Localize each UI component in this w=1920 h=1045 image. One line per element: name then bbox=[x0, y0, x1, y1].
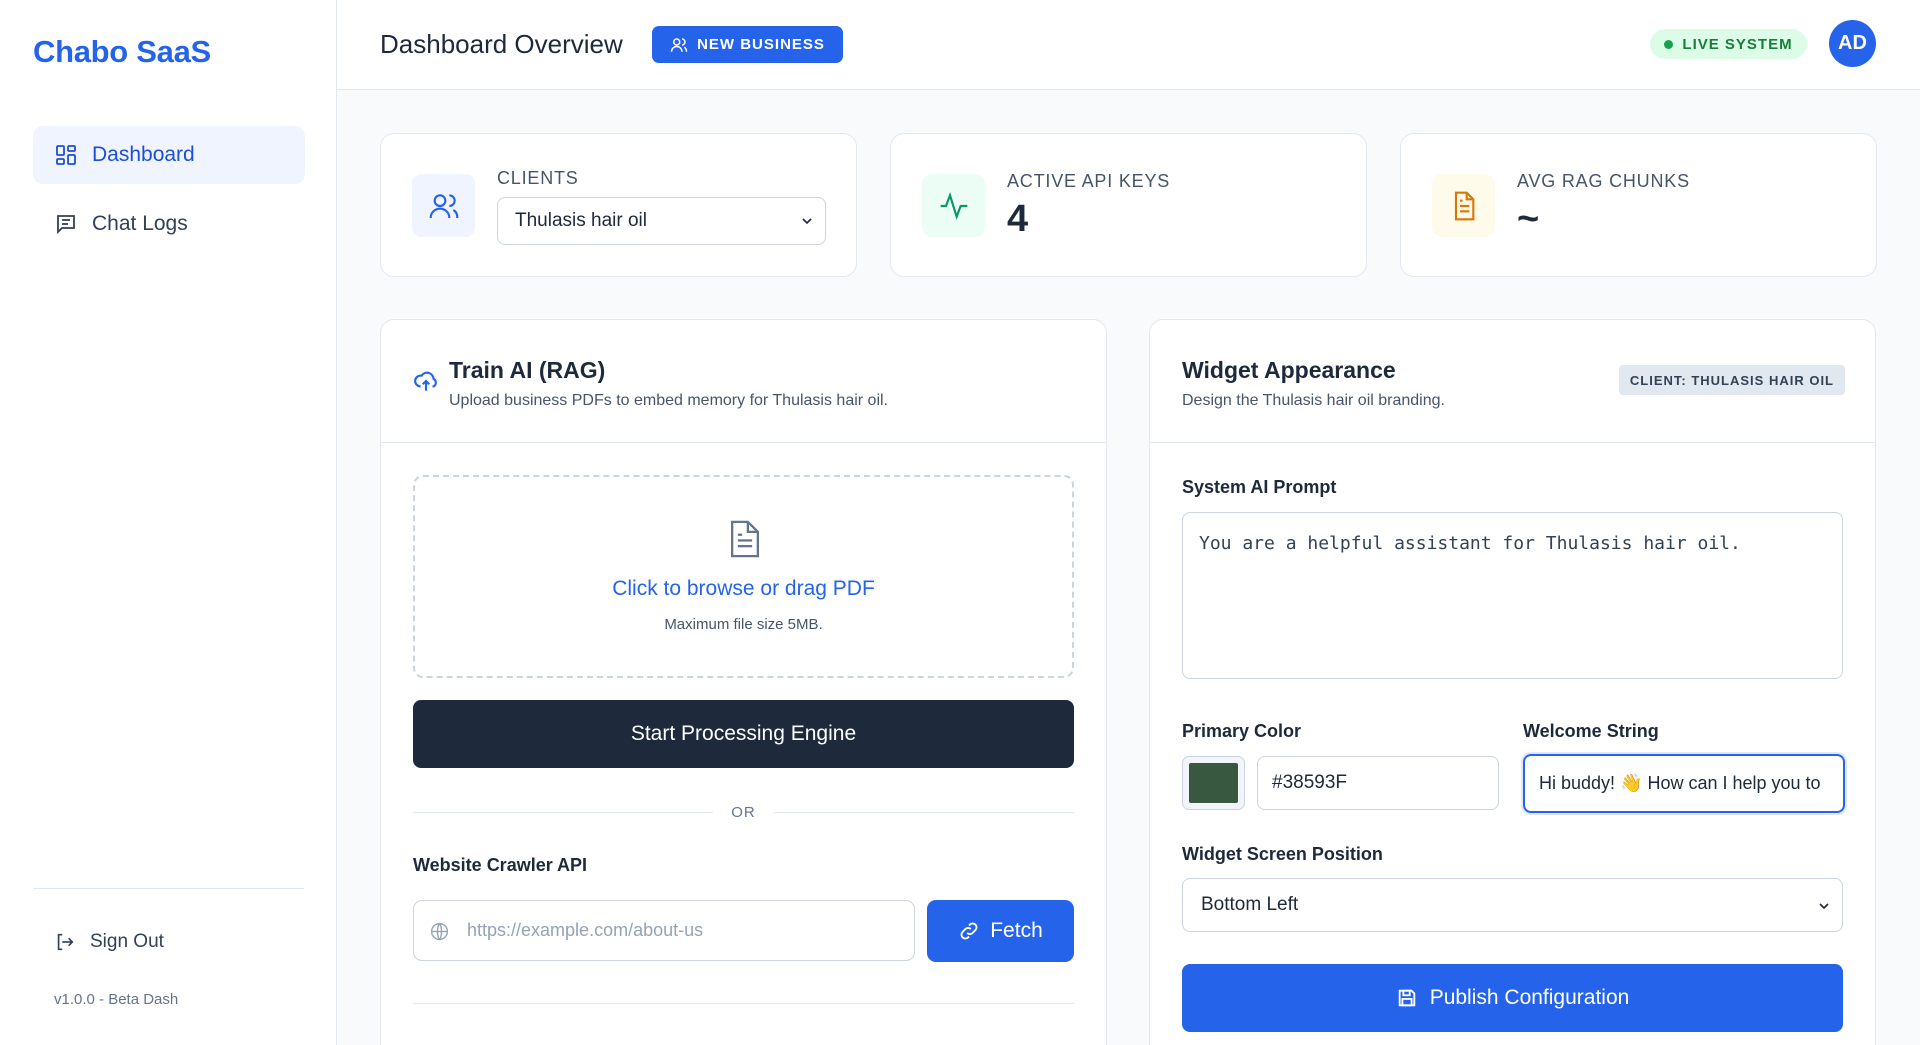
or-label: OR bbox=[731, 804, 756, 821]
client-select-value: Thulasis hair oil bbox=[515, 210, 647, 231]
sidebar-item-label: Dashboard bbox=[92, 143, 195, 166]
document-icon-box bbox=[1432, 174, 1495, 237]
document-icon bbox=[1454, 191, 1474, 220]
api-keys-label: ACTIVE API KEYS bbox=[1007, 171, 1171, 191]
pdf-dropzone[interactable]: Click to browse or drag PDF Maximum file… bbox=[413, 475, 1074, 678]
sidebar-item-label: Chat Logs bbox=[92, 212, 188, 235]
sign-out-button[interactable]: Sign Out bbox=[54, 931, 164, 953]
clients-card: CLIENTS Thulasis hair oil bbox=[380, 133, 857, 277]
link-icon bbox=[960, 922, 978, 940]
avatar[interactable]: AD bbox=[1829, 20, 1876, 67]
users-icon bbox=[429, 193, 458, 218]
position-select[interactable]: Bottom Left bbox=[1182, 878, 1843, 932]
brand-logo[interactable]: Chabo SaaS bbox=[33, 34, 211, 70]
top-bar: Dashboard Overview NEW BUSINESS LIVE SYS… bbox=[337, 0, 1920, 90]
start-processing-button[interactable]: Start Processing Engine bbox=[413, 700, 1074, 768]
activity-icon-box bbox=[922, 174, 985, 237]
chat-bubble-icon bbox=[57, 215, 75, 235]
panel-divider bbox=[413, 1003, 1074, 1004]
add-user-icon bbox=[670, 37, 688, 52]
status-badge-label: LIVE SYSTEM bbox=[1682, 35, 1793, 53]
rag-chunks-label: AVG RAG CHUNKS bbox=[1517, 171, 1690, 191]
url-placeholder: https://example.com/about-us bbox=[467, 920, 704, 940]
sidebar-item-dashboard[interactable]: Dashboard bbox=[33, 126, 305, 184]
new-business-label: NEW BUSINESS bbox=[697, 36, 825, 53]
page-title: Dashboard Overview bbox=[380, 29, 623, 59]
live-dot-icon bbox=[1664, 39, 1674, 49]
sidebar-item-chat-logs[interactable]: Chat Logs bbox=[33, 195, 305, 253]
crawler-label: Website Crawler API bbox=[413, 855, 588, 875]
system-prompt-textarea[interactable]: You are a helpful assistant for Thulasis… bbox=[1182, 512, 1843, 679]
welcome-string-input[interactable]: Hi buddy! 👋 How can I help you to bbox=[1523, 754, 1845, 813]
publish-configuration-button[interactable]: Publish Configuration bbox=[1182, 964, 1843, 1032]
dropzone-title: Click to browse or drag PDF bbox=[612, 577, 875, 600]
prompt-label: System AI Prompt bbox=[1182, 477, 1337, 497]
globe-icon bbox=[430, 922, 449, 941]
widget-appearance-panel: Widget Appearance Design the Thulasis ha… bbox=[1149, 319, 1876, 1045]
main-content: Dashboard Overview NEW BUSINESS LIVE SYS… bbox=[337, 0, 1920, 1045]
new-business-button[interactable]: NEW BUSINESS bbox=[652, 26, 843, 63]
status-badge: LIVE SYSTEM bbox=[1650, 29, 1807, 59]
widget-appearance-title: Widget Appearance bbox=[1182, 357, 1396, 383]
color-swatch-fill bbox=[1189, 763, 1238, 803]
api-keys-value: 4 bbox=[1007, 198, 1029, 240]
url-input[interactable]: https://example.com/about-us bbox=[413, 900, 915, 961]
logout-icon bbox=[57, 933, 74, 951]
chevron-down-icon bbox=[1819, 903, 1829, 910]
cloud-upload-icon bbox=[414, 371, 437, 391]
widget-appearance-header: Widget Appearance Design the Thulasis ha… bbox=[1150, 320, 1875, 443]
activity-icon bbox=[940, 191, 967, 220]
fetch-label: Fetch bbox=[990, 919, 1043, 942]
clients-label: CLIENTS bbox=[497, 168, 579, 188]
dropzone-subtitle: Maximum file size 5MB. bbox=[664, 616, 823, 633]
welcome-string-label: Welcome String bbox=[1523, 721, 1659, 741]
api-keys-card: ACTIVE API KEYS 4 bbox=[890, 133, 1367, 277]
or-divider: OR bbox=[413, 802, 1074, 822]
position-label: Widget Screen Position bbox=[1182, 844, 1383, 864]
publish-label: Publish Configuration bbox=[1429, 986, 1630, 1009]
save-icon bbox=[1398, 989, 1415, 1007]
position-select-value: Bottom Left bbox=[1201, 894, 1299, 915]
client-select[interactable]: Thulasis hair oil bbox=[497, 197, 826, 245]
train-ai-title: Train AI (RAG) bbox=[449, 357, 606, 383]
file-icon bbox=[731, 520, 759, 558]
version-label: v1.0.0 - Beta Dash bbox=[54, 991, 179, 1008]
sidebar: Chabo SaaS Dashboard Chat Logs Sign Out … bbox=[0, 0, 337, 1045]
color-hex-input[interactable]: #38593F bbox=[1257, 756, 1499, 810]
fetch-button[interactable]: Fetch bbox=[927, 900, 1074, 962]
primary-color-label: Primary Color bbox=[1182, 721, 1302, 741]
color-picker[interactable] bbox=[1182, 756, 1245, 810]
chevron-down-icon bbox=[802, 218, 812, 225]
train-ai-subtitle: Upload business PDFs to embed memory for… bbox=[449, 392, 888, 409]
dashboard-grid-icon bbox=[56, 145, 76, 165]
widget-appearance-subtitle: Design the Thulasis hair oil branding. bbox=[1182, 392, 1445, 409]
rag-chunks-value: ~ bbox=[1517, 198, 1540, 240]
rag-chunks-card: AVG RAG CHUNKS ~ bbox=[1400, 133, 1877, 277]
users-icon-box bbox=[412, 174, 475, 237]
client-tag: CLIENT: THULASIS HAIR OIL bbox=[1618, 365, 1845, 395]
train-ai-panel: Train AI (RAG) Upload business PDFs to e… bbox=[380, 319, 1107, 1045]
sidebar-nav: Dashboard Chat Logs bbox=[33, 126, 305, 264]
sidebar-divider bbox=[33, 888, 304, 889]
sign-out-label: Sign Out bbox=[90, 931, 164, 952]
train-ai-header: Train AI (RAG) Upload business PDFs to e… bbox=[381, 320, 1106, 443]
